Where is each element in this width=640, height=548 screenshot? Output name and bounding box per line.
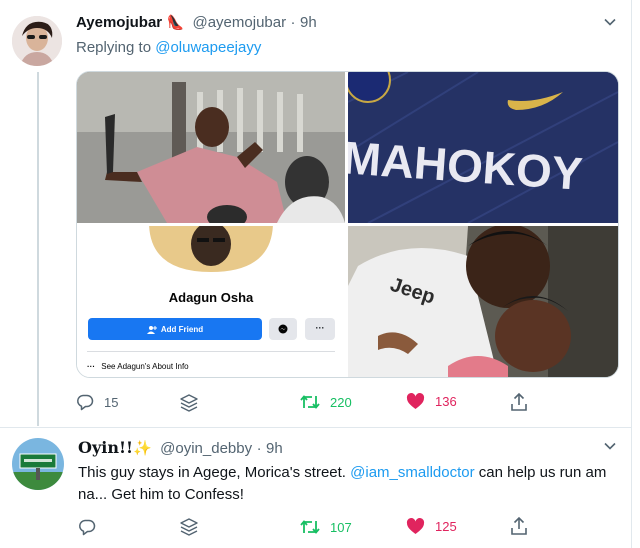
reply-action[interactable]: 15 bbox=[76, 393, 118, 411]
dot-separator: · bbox=[256, 440, 262, 457]
profile-photo bbox=[149, 226, 273, 272]
retweet-count: 220 bbox=[330, 394, 352, 410]
like-action[interactable]: 136 bbox=[406, 393, 457, 410]
retweet-action[interactable]: 220 bbox=[300, 393, 352, 411]
share-action[interactable] bbox=[510, 392, 528, 412]
media-grid[interactable]: MAHOKOY Adagun Osha Add Friend ··· ··· S… bbox=[76, 71, 619, 378]
replying-prefix: Replying to bbox=[76, 39, 152, 56]
thread-line bbox=[37, 72, 39, 426]
display-name[interactable]: Ayemojubar bbox=[76, 14, 162, 31]
timestamp[interactable]: 9h bbox=[300, 14, 317, 31]
add-friend-label: Add Friend bbox=[160, 324, 204, 334]
dot-separator: · bbox=[290, 14, 296, 31]
display-name[interactable]: Oyin!! bbox=[78, 438, 133, 457]
retweet-action[interactable]: 107 bbox=[300, 518, 352, 536]
like-count: 125 bbox=[435, 519, 457, 534]
chevron-down-icon[interactable] bbox=[604, 440, 616, 452]
stack-action[interactable] bbox=[178, 516, 200, 538]
reply-mention-link[interactable]: @oluwapeejayy bbox=[155, 39, 261, 56]
fb-about-dots: ··· bbox=[87, 362, 95, 371]
avatar-signboard bbox=[12, 438, 64, 490]
share-icon bbox=[511, 392, 527, 411]
fb-divider bbox=[87, 351, 335, 352]
chevron-down-icon[interactable] bbox=[604, 16, 616, 28]
retweet-icon bbox=[300, 520, 320, 534]
handle[interactable]: @ayemojubar bbox=[192, 14, 286, 31]
tweet-text: This guy stays in Agege, Morica's street… bbox=[78, 462, 618, 506]
mention-link[interactable]: @iam_smalldoctor bbox=[350, 464, 474, 481]
retweet-count: 107 bbox=[330, 519, 352, 535]
replying-to: Replying to @oluwapeejayy bbox=[76, 39, 261, 56]
avatar[interactable] bbox=[12, 438, 64, 490]
like-action[interactable]: 125 bbox=[406, 518, 457, 535]
fb-about-row[interactable]: ··· See Adagun's About Info bbox=[87, 362, 189, 371]
messenger-button[interactable] bbox=[269, 318, 297, 340]
photo-selfie[interactable]: Jeep bbox=[348, 226, 618, 377]
share-icon bbox=[511, 516, 527, 535]
fb-profile-name: Adagun Osha bbox=[168, 290, 254, 305]
stack-action[interactable] bbox=[178, 392, 200, 414]
messenger-icon bbox=[278, 324, 288, 334]
fb-about-label: See Adagun's About Info bbox=[101, 362, 189, 371]
reply-icon bbox=[79, 519, 96, 536]
photo-jersey[interactable]: MAHOKOY bbox=[348, 72, 618, 223]
share-action[interactable] bbox=[510, 516, 528, 536]
heel-emoji: 👠 bbox=[166, 14, 185, 30]
tweet-header: Oyin!!✨ @oyin_debby · 9h bbox=[78, 438, 283, 458]
tweet-divider bbox=[0, 427, 632, 428]
avatar[interactable] bbox=[12, 16, 62, 66]
photo-man-street[interactable] bbox=[77, 72, 345, 223]
heart-icon bbox=[406, 518, 425, 534]
fb-more-button[interactable]: ··· bbox=[305, 318, 335, 340]
stack-icon bbox=[180, 394, 198, 412]
timestamp[interactable]: 9h bbox=[266, 440, 283, 457]
like-count: 136 bbox=[435, 394, 457, 409]
sparkle-emoji: ✨ bbox=[133, 440, 152, 457]
facebook-profile-screenshot[interactable]: Adagun Osha Add Friend ··· ··· See Adagu… bbox=[77, 226, 345, 377]
column-border bbox=[631, 0, 632, 548]
handle[interactable]: @oyin_debby bbox=[160, 440, 252, 457]
retweet-icon bbox=[300, 395, 320, 409]
tweet-header: Ayemojubar 👠 @ayemojubar · 9h bbox=[76, 14, 317, 32]
add-friend-button[interactable]: Add Friend bbox=[88, 318, 262, 340]
stack-icon bbox=[180, 518, 198, 536]
reply-count: 15 bbox=[104, 394, 119, 410]
avatar-photo bbox=[12, 16, 62, 66]
reply-icon bbox=[77, 394, 94, 411]
add-friend-icon bbox=[146, 325, 157, 334]
heart-icon bbox=[406, 393, 425, 409]
tweet-text-start: This guy stays in Agege, Morica's street… bbox=[78, 464, 346, 481]
reply-action[interactable] bbox=[78, 518, 106, 536]
